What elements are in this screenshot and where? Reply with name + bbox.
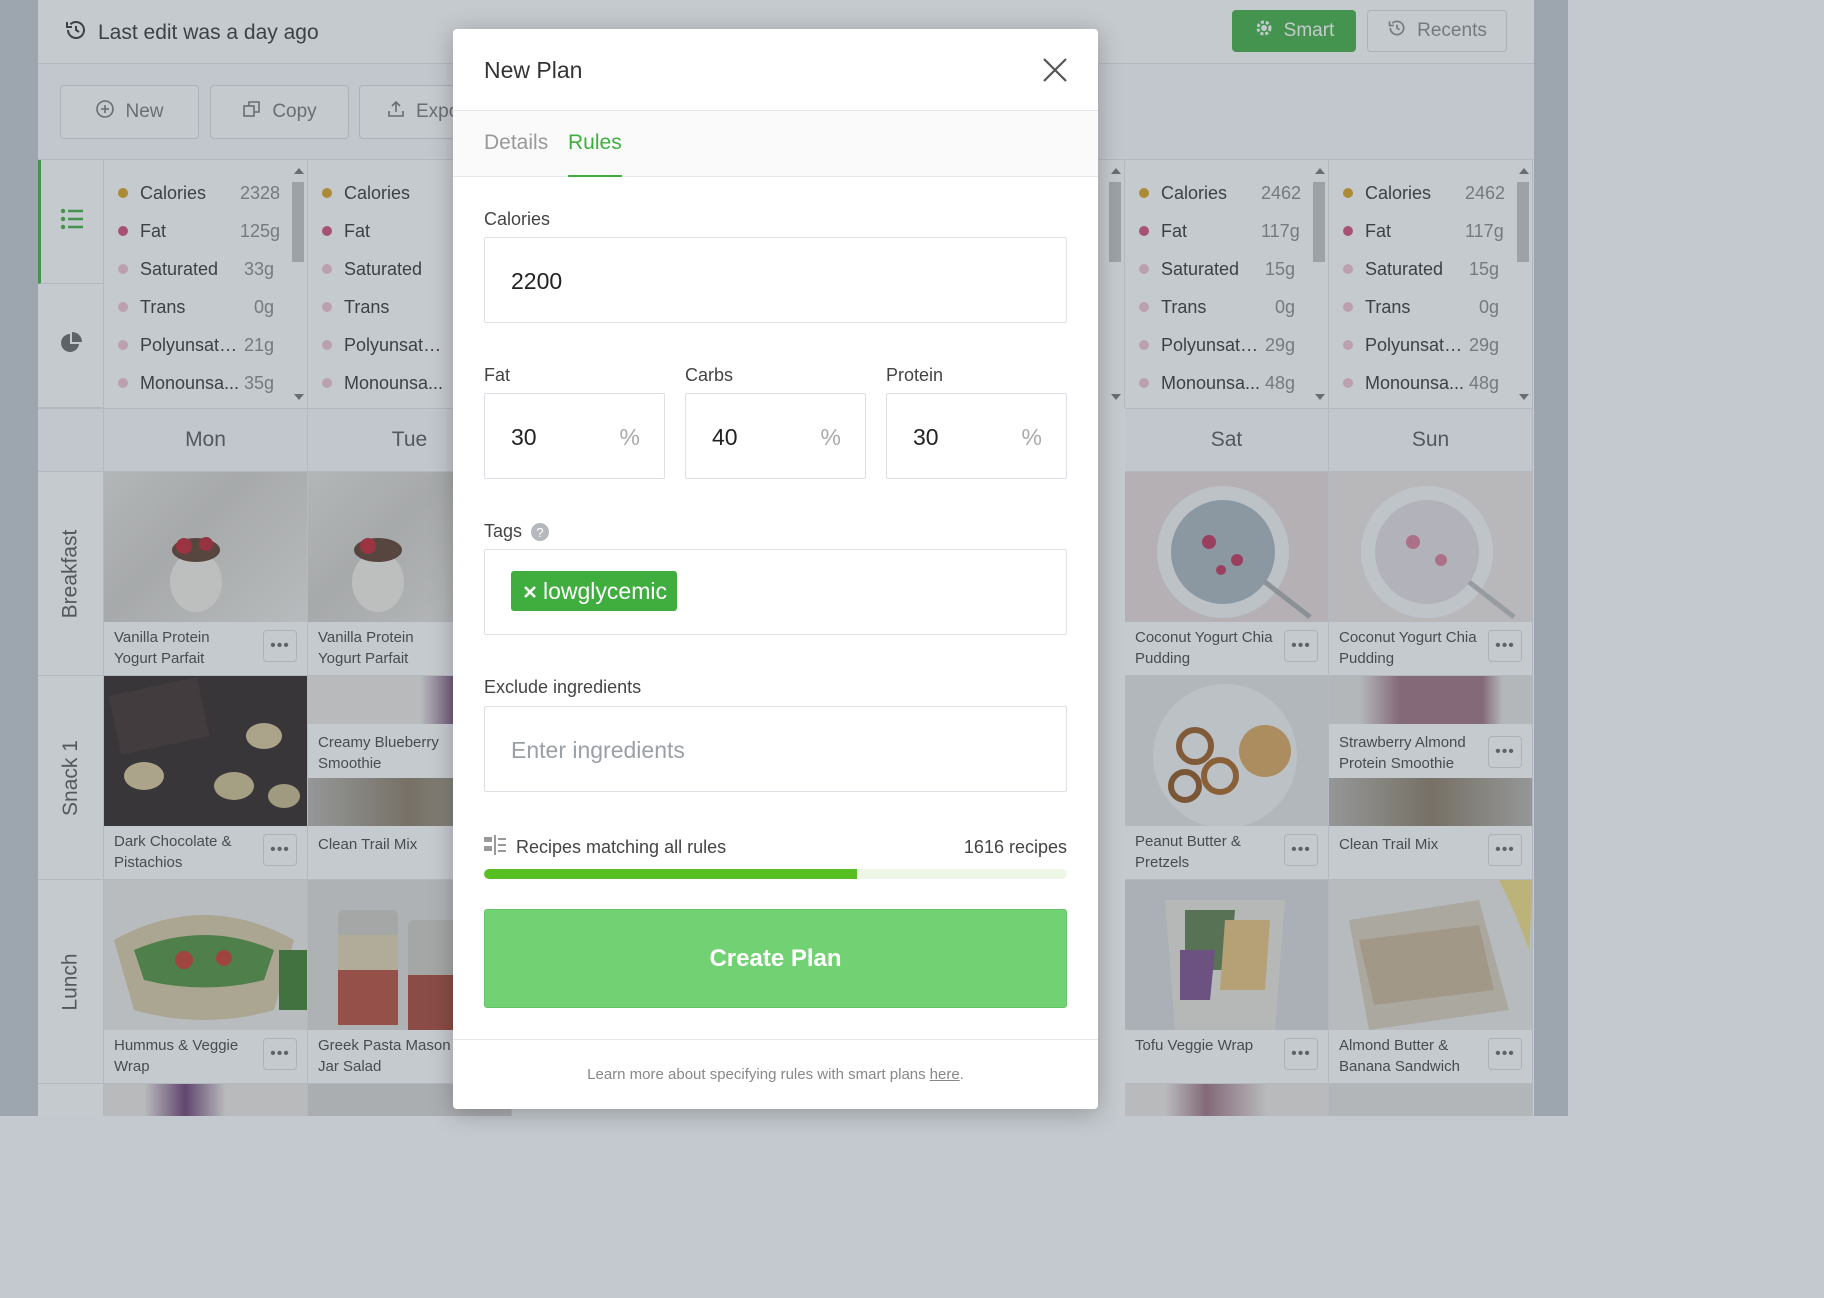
filter-rules-icon (484, 835, 506, 860)
tag-label: lowglycemic (543, 577, 667, 604)
footer-period: . (959, 1066, 964, 1083)
percent-symbol: % (619, 424, 640, 450)
dialog-footer: Learn more about specifying rules with s… (453, 1039, 1098, 1109)
carbs-percent-input[interactable]: 40 % (685, 393, 866, 479)
calories-value: 2200 (511, 268, 563, 294)
help-link[interactable]: here (930, 1066, 960, 1083)
match-progress-fill (484, 869, 858, 879)
exclude-label: Exclude ingredients (484, 677, 642, 697)
exclude-ingredients-input[interactable]: Enter ingredients (484, 706, 1067, 792)
tags-label: Tags (484, 521, 523, 541)
dialog-title: New Plan (484, 57, 583, 83)
help-icon[interactable]: ? (531, 523, 550, 542)
exclude-placeholder: Enter ingredients (511, 737, 685, 763)
carbs-label: Carbs (685, 365, 734, 385)
tab-rules[interactable]: Rules (568, 131, 622, 177)
protein-percent-input[interactable]: 30 % (886, 393, 1067, 479)
dialog-header: New Plan (453, 29, 1098, 111)
new-plan-dialog: New Plan Details Rules Calories 2200 Fat… (453, 29, 1098, 1109)
tags-input[interactable]: lowglycemic (484, 549, 1067, 635)
match-summary: Recipes matching all rules 1616 recipes (484, 835, 1067, 860)
tab-details[interactable]: Details (484, 131, 548, 177)
create-plan-button[interactable]: Create Plan (484, 909, 1067, 1008)
dialog-tabs: Details Rules (453, 111, 1098, 177)
protein-value: 30 (913, 424, 939, 450)
calories-label: Calories (484, 209, 551, 229)
fat-value: 30 (511, 424, 537, 450)
percent-symbol: % (820, 424, 841, 450)
protein-label: Protein (886, 365, 944, 385)
fat-percent-input[interactable]: 30 % (484, 393, 665, 479)
close-button[interactable] (1041, 56, 1069, 84)
calories-input[interactable]: 2200 (484, 237, 1067, 323)
remove-tag-icon[interactable] (523, 578, 537, 605)
matching-label: Recipes matching all rules (516, 837, 727, 857)
close-icon (1041, 58, 1069, 88)
match-progress-bar (484, 869, 1067, 879)
footer-text: Learn more about specifying rules with s… (587, 1066, 926, 1083)
fat-label: Fat (484, 365, 511, 385)
matching-count: 1616 recipes (963, 837, 1067, 857)
carbs-value: 40 (712, 424, 738, 450)
percent-symbol: % (1021, 424, 1042, 450)
tags-label-row: Tags ? (484, 521, 550, 542)
tag-chip: lowglycemic (511, 571, 677, 611)
